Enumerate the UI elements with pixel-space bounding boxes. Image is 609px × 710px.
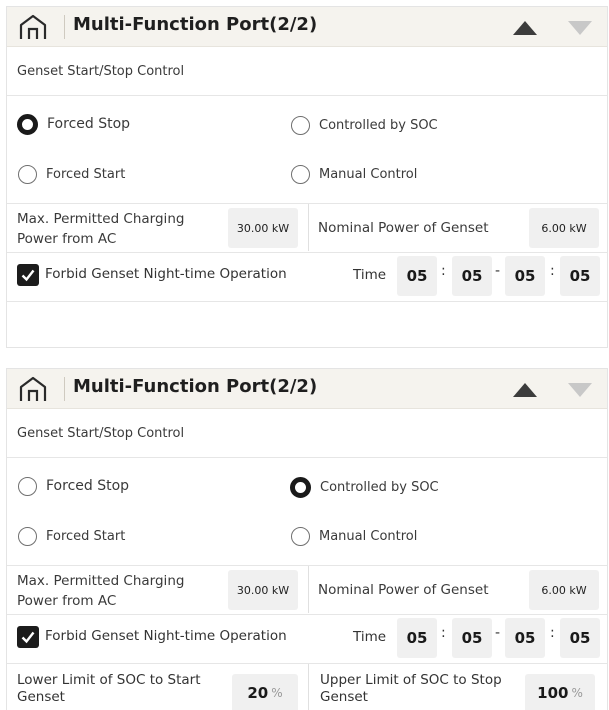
charging-power-field[interactable]: 30.00 kW: [228, 208, 298, 248]
triangle-up-icon: [513, 383, 537, 397]
triangle-down-icon: [568, 21, 592, 35]
divider: [7, 614, 607, 615]
time-separator: -: [495, 263, 501, 279]
radio-controlled-by-soc[interactable]: Controlled by SOC: [290, 475, 439, 499]
divider: [7, 203, 607, 204]
time-start-hour[interactable]: 05: [397, 256, 437, 296]
time-start-minute[interactable]: 05: [452, 256, 492, 296]
multi-function-port-panel: Multi-Function Port(2/2) Genset Start/St…: [6, 6, 608, 348]
genset-power-label: Nominal Power of Genset: [318, 220, 489, 236]
charging-power-label: Max. Permitted Charging Power from AC: [17, 211, 185, 247]
radio-circle: [291, 526, 310, 546]
panel-header: Multi-Function Port(2/2): [7, 369, 607, 409]
soc-lower-value: 20: [247, 684, 269, 702]
divider: [308, 664, 309, 710]
radio-label: Forced Stop: [47, 116, 131, 132]
radio-forced-stop[interactable]: Forced Stop: [17, 112, 130, 136]
divider: [308, 566, 309, 613]
radio-label: Manual Control: [319, 166, 418, 182]
radio-circle: [18, 526, 37, 546]
section-label: Genset Start/Stop Control: [17, 64, 185, 79]
radio-forced-stop[interactable]: Forced Stop: [18, 474, 129, 498]
home-icon[interactable]: [17, 13, 49, 41]
radio-label: Controlled by SOC: [320, 479, 439, 495]
soc-upper-label: Upper Limit of SOC to Stop Genset: [320, 672, 502, 705]
page-down-button[interactable]: [562, 377, 598, 401]
soc-lower-label: Lower Limit of SOC to Start Genset: [17, 672, 201, 705]
divider: [7, 565, 607, 566]
radio-forced-start[interactable]: Forced Start: [18, 524, 125, 548]
charging-power-field[interactable]: 30.00 kW: [228, 570, 298, 610]
panel-header: Multi-Function Port(2/2): [7, 7, 607, 47]
time-start-hour[interactable]: 05: [397, 618, 437, 658]
radio-controlled-by-soc[interactable]: Controlled by SOC: [291, 113, 438, 137]
charging-power-label: Max. Permitted Charging Power from AC: [17, 573, 185, 609]
soc-upper-field[interactable]: 100 %: [525, 674, 595, 710]
time-separator: :: [550, 263, 555, 279]
soc-unit: %: [571, 686, 583, 700]
time-end-hour[interactable]: 05: [505, 256, 545, 296]
radio-label: Forced Start: [46, 528, 126, 544]
genset-power-label: Nominal Power of Genset: [318, 582, 489, 598]
forbid-night-checkbox[interactable]: [17, 626, 39, 648]
page-up-button[interactable]: [507, 15, 543, 39]
forbid-night-label: Forbid Genset Night-time Operation: [45, 266, 287, 282]
page-up-button[interactable]: [507, 377, 543, 401]
soc-unit: %: [271, 686, 283, 700]
radio-label: Controlled by SOC: [319, 117, 438, 133]
checkmark-icon: [21, 269, 35, 282]
radio-circle: [291, 164, 310, 184]
radio-circle: [17, 113, 38, 135]
time-end-hour[interactable]: 05: [505, 618, 545, 658]
radio-manual-control[interactable]: Manual Control: [291, 524, 417, 548]
soc-lower-field[interactable]: 20 %: [232, 674, 298, 710]
time-end-minute[interactable]: 05: [560, 256, 600, 296]
time-separator: :: [441, 263, 446, 279]
radio-circle: [290, 476, 311, 498]
genset-power-field[interactable]: 6.00 kW: [529, 208, 599, 248]
triangle-down-icon: [568, 383, 592, 397]
time-end-minute[interactable]: 05: [560, 618, 600, 658]
header-divider: [64, 15, 65, 39]
radio-circle: [18, 476, 37, 496]
page-title: Multi-Function Port(2/2): [73, 376, 318, 397]
time-label: Time: [353, 267, 387, 283]
time-start-minute[interactable]: 05: [452, 618, 492, 658]
home-icon[interactable]: [17, 375, 49, 403]
genset-power-field[interactable]: 6.00 kW: [529, 570, 599, 610]
header-divider: [64, 377, 65, 401]
multi-function-port-panel: Multi-Function Port(2/2) Genset Start/St…: [6, 368, 608, 710]
radio-label: Forced Start: [46, 166, 126, 182]
radio-label: Manual Control: [319, 528, 418, 544]
radio-circle: [291, 115, 310, 135]
divider: [7, 95, 607, 96]
time-separator: :: [550, 625, 555, 641]
divider: [7, 301, 607, 302]
checkmark-icon: [21, 631, 35, 644]
radio-manual-control[interactable]: Manual Control: [291, 162, 417, 186]
radio-forced-start[interactable]: Forced Start: [18, 162, 125, 186]
radio-label: Forced Stop: [46, 478, 130, 494]
radio-circle: [18, 164, 37, 184]
forbid-night-label: Forbid Genset Night-time Operation: [45, 628, 287, 644]
time-separator: -: [495, 625, 501, 641]
soc-upper-value: 100: [537, 684, 569, 702]
page-down-button[interactable]: [562, 15, 598, 39]
forbid-night-checkbox[interactable]: [17, 264, 39, 286]
page-title: Multi-Function Port(2/2): [73, 14, 318, 35]
section-label: Genset Start/Stop Control: [17, 426, 185, 441]
time-separator: :: [441, 625, 446, 641]
divider: [308, 204, 309, 251]
time-label: Time: [353, 629, 387, 645]
divider: [7, 663, 607, 664]
divider: [7, 252, 607, 253]
triangle-up-icon: [513, 21, 537, 35]
divider: [7, 457, 607, 458]
